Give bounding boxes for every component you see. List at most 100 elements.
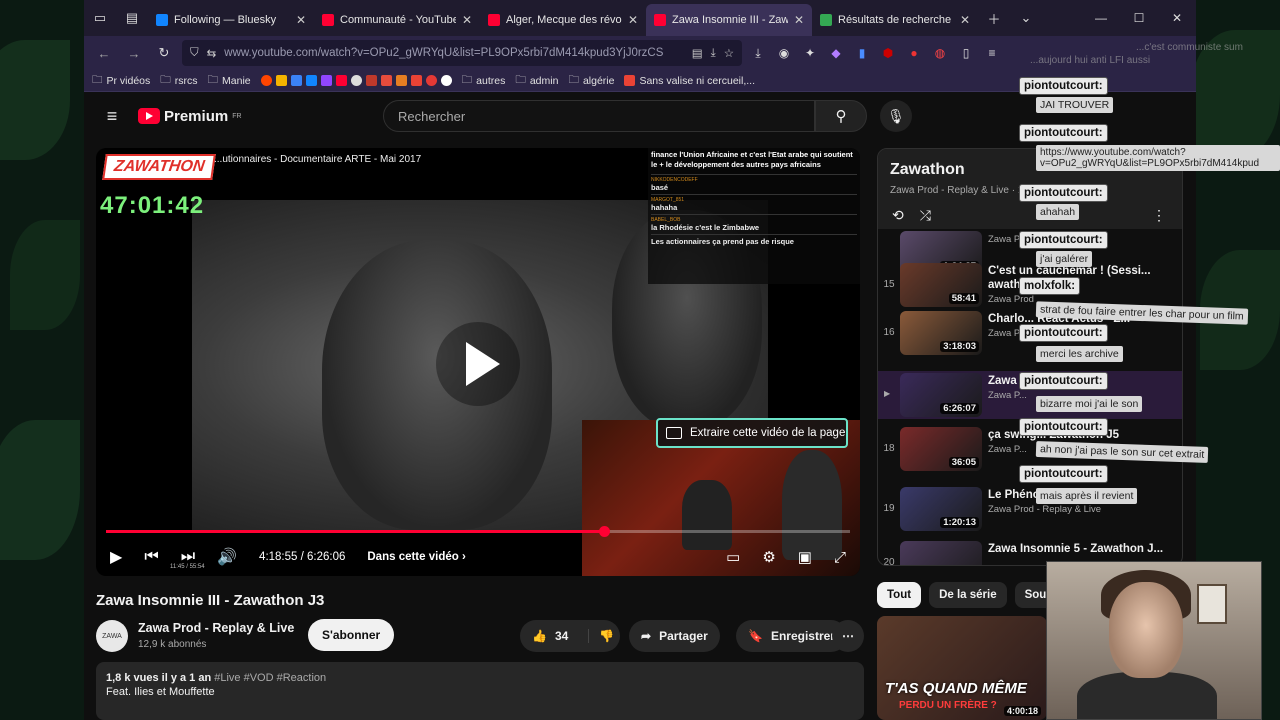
shuffle-icon[interactable]: ⤮ — [920, 207, 931, 224]
extension-abp-icon[interactable]: ● — [904, 43, 924, 63]
playlist-item-duration: 1:20:13 — [940, 517, 979, 528]
chip-all[interactable]: Tout — [877, 582, 922, 608]
play-icon[interactable]: ▶ — [110, 547, 122, 567]
chat-bubble-username: piontoutcourt: — [1019, 124, 1108, 142]
hashtags[interactable]: #Live #VOD #Reaction — [214, 672, 326, 684]
close-icon[interactable]: ✕ — [794, 13, 804, 27]
tab-3-active[interactable]: Zawa Insomnie III - Zawatho ✕ — [646, 4, 812, 36]
youtube-icon — [322, 14, 334, 26]
chat-bubble-message: bizarre moi j'ai le son — [1036, 396, 1143, 412]
playlist-item-duration: 6:26:07 — [940, 403, 979, 414]
close-icon[interactable]: ✕ — [296, 13, 306, 27]
chat-bubble-message: j'ai galérer — [1036, 251, 1093, 267]
close-icon[interactable]: ✕ — [462, 13, 472, 27]
tab-label: Alger, Mecque des révolutio — [506, 14, 622, 26]
search-input[interactable]: Rechercher — [383, 100, 815, 132]
hamburger-menu-icon[interactable]: ≡ — [96, 100, 128, 132]
tab-label: Zawa Insomnie III - Zawatho — [672, 14, 788, 26]
bookmark-folder[interactable]: 🗀 autres — [462, 72, 506, 90]
recommended-video-thumbnail[interactable]: T'AS QUAND MÊME PERDU UN FRÈRE ? 4:00:18 — [877, 616, 1047, 720]
close-icon[interactable]: ✕ — [628, 13, 638, 27]
back-icon[interactable]: ← — [92, 41, 116, 65]
tab-0[interactable]: Following — Bluesky ✕ — [148, 4, 314, 36]
channel-avatar[interactable]: ZAWA — [96, 620, 128, 652]
menu-icon[interactable]: ≡ — [982, 43, 1002, 63]
bookmark-yt-icon — [335, 75, 347, 86]
chevron-down-icon[interactable]: ⌄ — [1010, 0, 1042, 36]
channel-name[interactable]: Zawa Prod - Replay & Live — [138, 621, 294, 635]
extension-red-icon[interactable]: ◍ — [930, 43, 950, 63]
share-button[interactable]: ➦ Partager — [629, 620, 720, 652]
settings-gear-icon[interactable]: ⚙ — [762, 548, 775, 566]
folder-icon: 🗀 — [160, 73, 171, 86]
bookmark-link[interactable]: Sans valise ni cercueil,... — [624, 75, 755, 87]
tab-4[interactable]: Résultats de recherche - Go ✕ — [812, 4, 978, 36]
bookmark-folder[interactable]: 🗀 admin — [515, 72, 558, 90]
extension-badge-icon[interactable]: ▮ — [852, 43, 872, 63]
bookmark-folder[interactable]: 🗀 Manie — [208, 72, 251, 90]
close-window-icon[interactable]: ✕ — [1158, 0, 1196, 36]
chat-bubble-username: piontoutcourt: — [1019, 77, 1108, 95]
new-tab-icon[interactable]: ＋ — [978, 0, 1010, 36]
subscribe-button[interactable]: S'abonner — [308, 619, 395, 651]
youtube-play-icon — [138, 108, 160, 124]
tab-overview-icon[interactable]: ▭ — [84, 0, 116, 36]
bookmark-folder[interactable]: 🗀 Pr vidéos — [92, 72, 150, 90]
extensions-icon[interactable]: ✦ — [800, 43, 820, 63]
chat-overlay-message: MARGOT_851 hahaha — [651, 194, 857, 214]
tab-list-icon[interactable]: ▤ — [116, 0, 148, 36]
theater-mode-icon[interactable]: ▣ — [798, 548, 812, 566]
sidebar-icon[interactable]: ▯ — [956, 43, 976, 63]
playlist-item-title: Zawa Insomnie 5 - Zawathon J... — [988, 543, 1164, 555]
description-box[interactable]: 1,8 k vues il y a 1 an #Live #VOD #React… — [96, 662, 864, 720]
minimize-icon[interactable]: — — [1082, 0, 1120, 36]
tab-1[interactable]: Communauté - YouTube Stu ✕ — [314, 4, 480, 36]
bookmark-folder[interactable]: 🗀 rsrcs — [160, 72, 197, 90]
tab-2[interactable]: Alger, Mecque des révolutio ✕ — [480, 4, 646, 36]
progress-bar[interactable] — [106, 526, 850, 537]
recommendation-chips: Tout De la série Source — [877, 582, 1074, 608]
youtube-premium-logo[interactable]: Premium FR — [138, 108, 242, 125]
download-icon[interactable]: ⤓ — [748, 43, 768, 63]
big-play-icon[interactable] — [436, 322, 520, 406]
pip-extract-button[interactable]: Extraire cette vidéo de la page — [656, 418, 848, 448]
save-button[interactable]: 🔖 Enregistrer — [736, 620, 847, 652]
thumbs-down-icon: 👎 — [599, 629, 615, 643]
chat-text: Les actionnaires ça prend pas de risque — [651, 237, 794, 246]
player-right-controls: ▭ ⚙ ▣ ⤢ — [726, 540, 846, 574]
dislike-button[interactable]: 👎 — [588, 629, 624, 643]
url-bar[interactable]: ⛉ ⇆ www.youtube.com/watch?v=OPu2_gWRYqU&… — [182, 40, 742, 66]
extension-diamond-icon[interactable]: ◆ — [826, 43, 846, 63]
maximize-icon[interactable]: ☐ — [1120, 0, 1158, 36]
star-icon[interactable]: ☆ — [724, 46, 734, 60]
pip-icon[interactable]: ⤓ — [711, 47, 716, 60]
playlist-menu-icon[interactable]: ⋮ — [1152, 207, 1166, 224]
like-button[interactable]: 👍 34 — [520, 629, 580, 643]
chapter-button[interactable]: Dans cette vidéo › — [367, 551, 465, 563]
fullscreen-icon[interactable]: ⤢ — [834, 549, 846, 566]
volume-icon[interactable]: 🔊 — [217, 547, 237, 567]
chip-series[interactable]: De la série — [929, 582, 1007, 608]
more-actions-icon[interactable]: ⋯ — [832, 620, 864, 652]
reader-icon[interactable]: ▤ — [692, 46, 703, 60]
bookmark-label: Sans valise ni cercueil,... — [639, 74, 756, 87]
search-icon[interactable]: ⚲ — [815, 100, 867, 132]
reload-icon[interactable]: ↻ — [152, 41, 176, 65]
bookmark-folder[interactable]: 🗀 algérie — [568, 72, 614, 90]
chat-bubble-username: molxfolk: — [1019, 277, 1081, 295]
account-icon[interactable]: ◉ — [774, 43, 794, 63]
extension-ublock-icon[interactable]: ⬢ — [878, 43, 898, 63]
loop-icon[interactable]: ⟲ — [892, 207, 904, 224]
time-display: 4:18:55 / 6:26:06 — [259, 551, 346, 563]
microphone-icon[interactable]: 🎙 — [880, 100, 912, 132]
forward-icon[interactable]: → — [122, 41, 146, 65]
now-playing-icon: ▶ — [884, 389, 891, 398]
bookmark-icons[interactable] — [260, 75, 452, 86]
close-icon[interactable]: ✕ — [960, 13, 970, 27]
playlist-item-number: 19 — [883, 503, 895, 514]
playlist-item-text: Zawa Insomnie 5 - Zawathon J... — [988, 542, 1168, 558]
subtitles-icon[interactable]: ▭ — [726, 548, 740, 566]
streamer-body — [1077, 672, 1217, 719]
previous-icon[interactable]: ⏮ — [144, 548, 158, 566]
video-player[interactable]: ZAWATHON ...utionnaires - Documentaire A… — [96, 148, 860, 576]
